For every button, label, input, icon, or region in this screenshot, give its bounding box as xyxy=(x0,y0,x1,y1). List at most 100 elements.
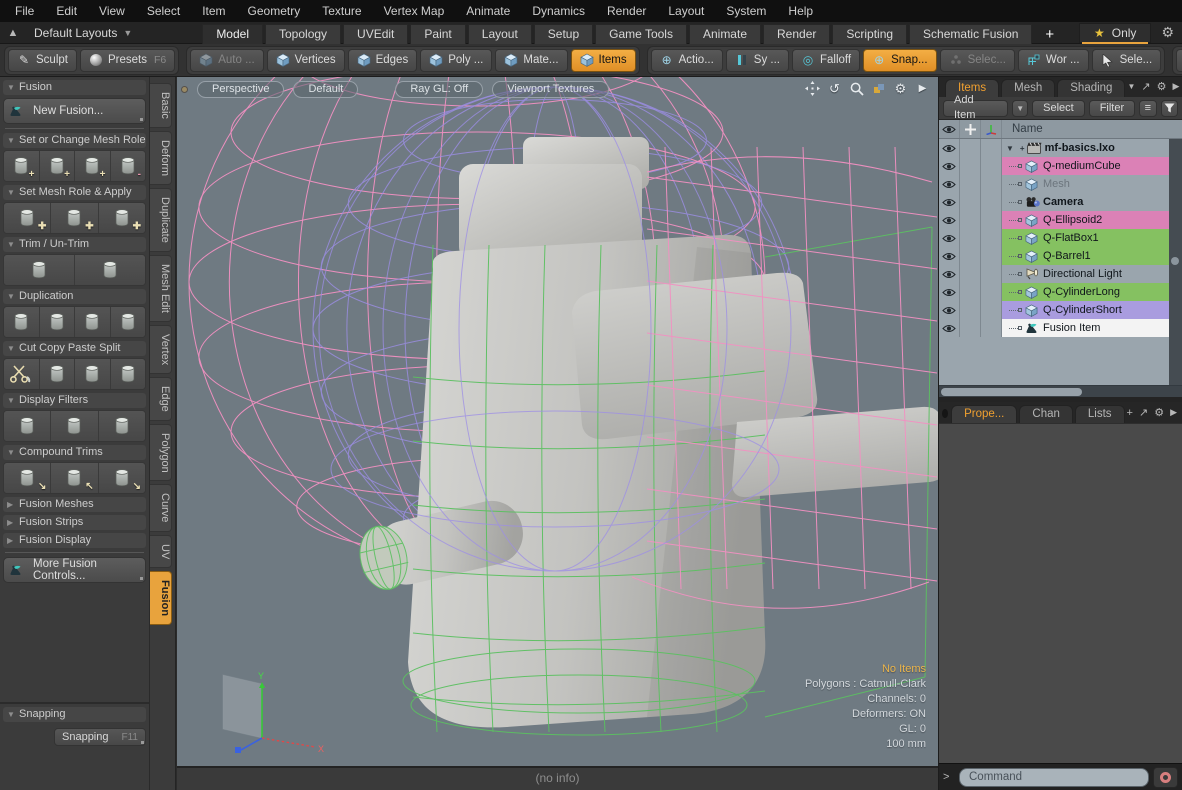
item-row-q-ellipsoid2[interactable]: Q-Ellipsoid2 xyxy=(939,211,1182,229)
axis-cell[interactable] xyxy=(981,229,1002,247)
tree-plus-icon[interactable]: + xyxy=(1020,144,1025,153)
gear-icon[interactable]: ⚙ xyxy=(1154,406,1164,419)
visibility-toggle[interactable] xyxy=(939,301,960,319)
item-name-cell[interactable]: Q-CylinderShort xyxy=(1002,301,1182,319)
toolbar-afx-io[interactable]: Afx IO▼ xyxy=(1176,49,1182,72)
tab-basic[interactable]: Basic xyxy=(150,83,172,128)
transform-cell[interactable] xyxy=(960,265,981,283)
command-input[interactable] xyxy=(959,768,1149,787)
section-header-fusion[interactable]: ▼Fusion xyxy=(3,80,146,95)
visibility-toggle[interactable] xyxy=(939,193,960,211)
menu-help[interactable]: Help xyxy=(777,0,824,22)
display-filters-filter-color-button[interactable] xyxy=(99,411,145,441)
set-or-change-mesh-role-add-trim-button[interactable]: + xyxy=(40,151,76,181)
funnel-icon[interactable] xyxy=(1161,100,1178,117)
tab-lists[interactable]: Lists xyxy=(1075,405,1125,423)
tree-collapse-icon[interactable]: ▼ xyxy=(1006,144,1014,153)
item-name-cell[interactable]: ▼+mf-basics.lxo xyxy=(1002,139,1182,157)
tab-edge[interactable]: Edge xyxy=(150,377,172,421)
preset-icon[interactable] xyxy=(871,81,886,96)
menu-edit[interactable]: Edit xyxy=(45,0,88,22)
layout-tab-render[interactable]: Render xyxy=(763,24,830,44)
more-fusion-controls-button[interactable]: More Fusion Controls... xyxy=(3,557,146,583)
arrow-right-icon[interactable]: ▶ xyxy=(1172,81,1179,92)
rotate-icon[interactable]: ↺ xyxy=(827,81,842,96)
visibility-toggle[interactable] xyxy=(939,211,960,229)
cut-copy-paste-split-cut-button[interactable] xyxy=(4,359,40,389)
toolbar-wor[interactable]: Wor ... xyxy=(1018,49,1089,72)
tab-uv[interactable]: UV xyxy=(150,535,172,568)
item-name-cell[interactable]: Directional Light xyxy=(1002,265,1182,283)
layout-tab-animate[interactable]: Animate xyxy=(689,24,761,44)
tab-chan[interactable]: Chan ... xyxy=(1019,405,1073,423)
viewport-button-ray-gl-off[interactable]: Ray GL: Off xyxy=(395,81,483,98)
axis-cell[interactable] xyxy=(981,139,1002,157)
gear-icon[interactable]: ⚙ xyxy=(1161,24,1174,41)
section-header-duplication[interactable]: ▼Duplication xyxy=(3,289,146,304)
set-mesh-role-apply-apply-union-button[interactable]: ✚ xyxy=(51,203,98,233)
layout-tab-layout[interactable]: Layout xyxy=(468,24,532,44)
menu-texture[interactable]: Texture xyxy=(311,0,372,22)
toolbar-edges[interactable]: Edges xyxy=(348,49,418,72)
zoom-icon[interactable] xyxy=(849,81,864,96)
menu-animate[interactable]: Animate xyxy=(455,0,521,22)
set-or-change-mesh-role-add-intersect-button[interactable]: + xyxy=(75,151,111,181)
toolbar-falloff[interactable]: ◎Falloff xyxy=(792,49,860,72)
transform-cell[interactable] xyxy=(960,139,981,157)
axis-cell[interactable] xyxy=(981,193,1002,211)
section-header-set-or-change-mesh-role[interactable]: ▼Set or Change Mesh Role xyxy=(3,133,146,148)
cut-copy-paste-split-split-button[interactable] xyxy=(111,359,146,389)
axis-cell[interactable] xyxy=(981,157,1002,175)
item-row-q-flatbox1[interactable]: Q-FlatBox1 xyxy=(939,229,1182,247)
section-header-set-mesh-role-apply[interactable]: ▼Set Mesh Role & Apply xyxy=(3,185,146,200)
section-header-compound-trims[interactable]: ▼Compound Trims xyxy=(3,445,146,460)
transform-cell[interactable] xyxy=(960,301,981,319)
menu-select[interactable]: Select xyxy=(136,0,191,22)
section-header-fusion-display[interactable]: ▶Fusion Display xyxy=(3,533,146,548)
item-name-cell[interactable]: Q-CylinderLong xyxy=(1002,283,1182,301)
transform-column-header[interactable] xyxy=(960,120,981,138)
duplication-dup-2-button[interactable] xyxy=(40,307,76,337)
tab-duplicate[interactable]: Duplicate xyxy=(150,188,172,252)
new-fusion-button[interactable]: New Fusion... xyxy=(3,98,146,124)
snapping-button[interactable]: Snapping F11 xyxy=(54,728,146,746)
item-name-cell[interactable]: Camera xyxy=(1002,193,1182,211)
item-name-cell[interactable]: Fusion Item xyxy=(1002,319,1182,337)
layout-tab-scripting[interactable]: Scripting xyxy=(832,24,907,44)
visibility-column-header[interactable] xyxy=(939,120,960,138)
toolbar-vertices[interactable]: Vertices xyxy=(267,49,345,72)
add-item-dropdown[interactable]: ▼ xyxy=(1012,100,1028,117)
expand-icon[interactable]: ↗ xyxy=(1141,80,1150,93)
tab-prope[interactable]: Prope... xyxy=(951,405,1017,423)
cut-copy-paste-split-paste-button[interactable] xyxy=(75,359,111,389)
menu-vertex-map[interactable]: Vertex Map xyxy=(373,0,456,22)
add-tab-icon[interactable]: + xyxy=(1127,407,1133,419)
item-name-cell[interactable]: Mesh xyxy=(1002,175,1182,193)
transform-cell[interactable] xyxy=(960,193,981,211)
visibility-toggle[interactable] xyxy=(939,265,960,283)
trim-un-trim-untrim-button[interactable] xyxy=(75,255,145,285)
viewport-menu-dot-icon[interactable] xyxy=(181,86,188,93)
tab-curve[interactable]: Curve xyxy=(150,484,172,531)
menu-system[interactable]: System xyxy=(715,0,777,22)
section-header-trim-un-trim[interactable]: ▼Trim / Un-Trim xyxy=(3,237,146,252)
section-header-fusion-meshes[interactable]: ▶Fusion Meshes xyxy=(3,497,146,512)
section-header-fusion-strips[interactable]: ▶Fusion Strips xyxy=(3,515,146,530)
transform-cell[interactable] xyxy=(960,157,981,175)
gear-icon[interactable]: ⚙ xyxy=(893,81,908,96)
compound-trims-compound-out-button[interactable]: ↖ xyxy=(51,463,98,493)
menu-layout[interactable]: Layout xyxy=(657,0,715,22)
visibility-toggle[interactable] xyxy=(939,175,960,193)
menu-geometry[interactable]: Geometry xyxy=(237,0,312,22)
toolbar-sy[interactable]: Sy ... xyxy=(726,49,789,72)
visibility-toggle[interactable] xyxy=(939,247,960,265)
visibility-toggle[interactable] xyxy=(939,157,960,175)
item-name-cell[interactable]: Q-Barrel1 xyxy=(1002,247,1182,265)
axis-cell[interactable] xyxy=(981,301,1002,319)
compound-trims-compound-in-button[interactable]: ↘ xyxy=(4,463,51,493)
tab-vertex[interactable]: Vertex xyxy=(150,325,172,374)
duplication-dup-1-button[interactable] xyxy=(4,307,40,337)
item-row-mesh[interactable]: Mesh xyxy=(939,175,1182,193)
axis-cell[interactable] xyxy=(981,211,1002,229)
cut-copy-paste-split-copy-button[interactable] xyxy=(40,359,76,389)
